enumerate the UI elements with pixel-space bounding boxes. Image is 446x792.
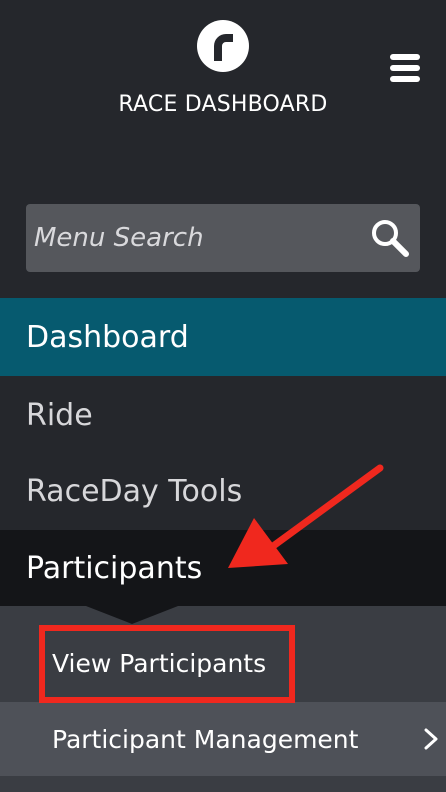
search-icon[interactable] (370, 218, 410, 258)
subnav-item-label: Participant Management (52, 724, 359, 754)
nav-item-participants[interactable]: Participants (0, 530, 446, 606)
nav-item-dashboard[interactable]: Dashboard (0, 298, 446, 376)
app-title: RACE DASHBOARD (118, 92, 328, 117)
race-logo-icon[interactable] (197, 20, 249, 72)
nav-item-label: Participants (26, 550, 203, 586)
submenu-pointer (86, 606, 178, 624)
nav-item-label: RaceDay Tools (26, 473, 243, 509)
sidebar-header: RACE DASHBOARD (0, 0, 446, 200)
subnav-item-label: View Participants (52, 648, 267, 678)
chevron-right-icon[interactable] (422, 728, 440, 750)
nav-item-raceday-tools[interactable]: RaceDay Tools (0, 452, 446, 530)
nav-item-ride[interactable]: Ride (0, 376, 446, 454)
subnav-item-view-participants[interactable]: View Participants (0, 624, 446, 702)
subnav-item-participant-management[interactable]: Participant Management (0, 702, 446, 776)
menu-search-input[interactable] (26, 204, 356, 272)
nav-item-label: Ride (26, 397, 93, 433)
hamburger-menu-icon[interactable] (390, 54, 420, 82)
menu-search (26, 204, 420, 272)
nav-item-label: Dashboard (26, 319, 189, 355)
